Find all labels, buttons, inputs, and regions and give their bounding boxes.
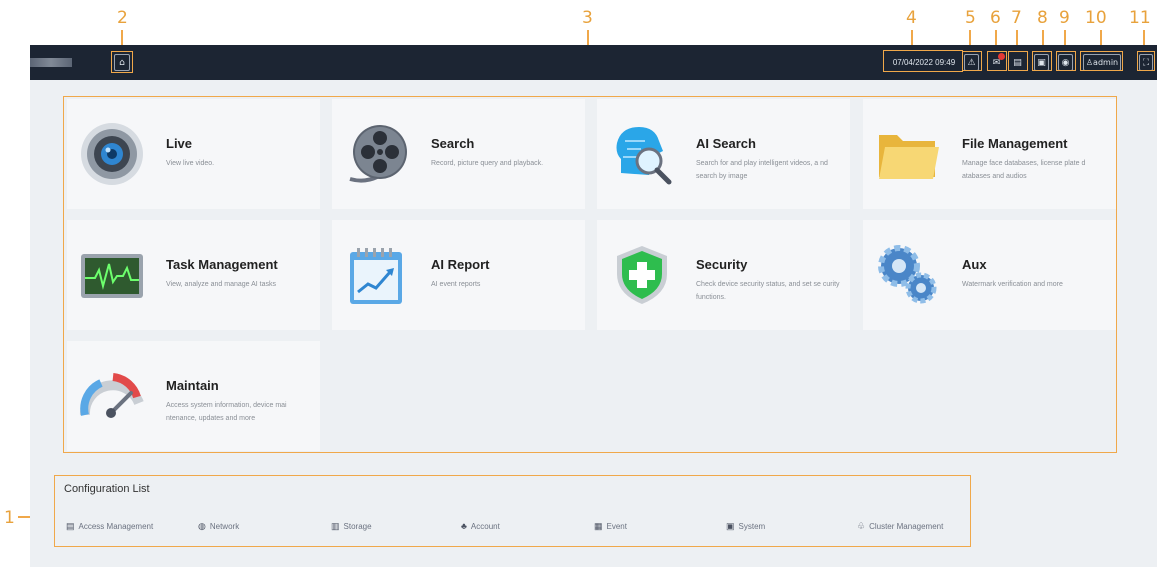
highlight-app-grid — [63, 96, 1117, 453]
highlight-home — [111, 51, 133, 73]
highlight-display — [1032, 51, 1052, 71]
highlight-user — [1080, 51, 1123, 71]
callout-10: 10 — [1085, 8, 1107, 28]
callout-1: 1 — [4, 508, 15, 528]
callout-8: 8 — [1037, 8, 1048, 28]
highlight-datetime — [883, 50, 963, 72]
callout-7: 7 — [1011, 8, 1022, 28]
logo — [30, 58, 72, 67]
highlight-eye — [1056, 51, 1076, 71]
callout-4: 4 — [906, 8, 917, 28]
highlight-notification — [987, 51, 1007, 71]
callout-6: 6 — [990, 8, 1001, 28]
highlight-fullscreen — [1137, 51, 1155, 71]
callout-11: 11 — [1129, 8, 1151, 28]
highlight-config-list — [54, 475, 971, 547]
highlight-alarm — [962, 51, 982, 71]
callout-3: 3 — [582, 8, 593, 28]
callout-2: 2 — [117, 8, 128, 28]
screenshot-root: 2 3 4 5 6 7 8 9 10 11 1 ⌂ 07/04/2022 09:… — [0, 0, 1157, 567]
callout-5: 5 — [965, 8, 976, 28]
highlight-clipboard — [1008, 51, 1028, 71]
callout-9: 9 — [1059, 8, 1070, 28]
